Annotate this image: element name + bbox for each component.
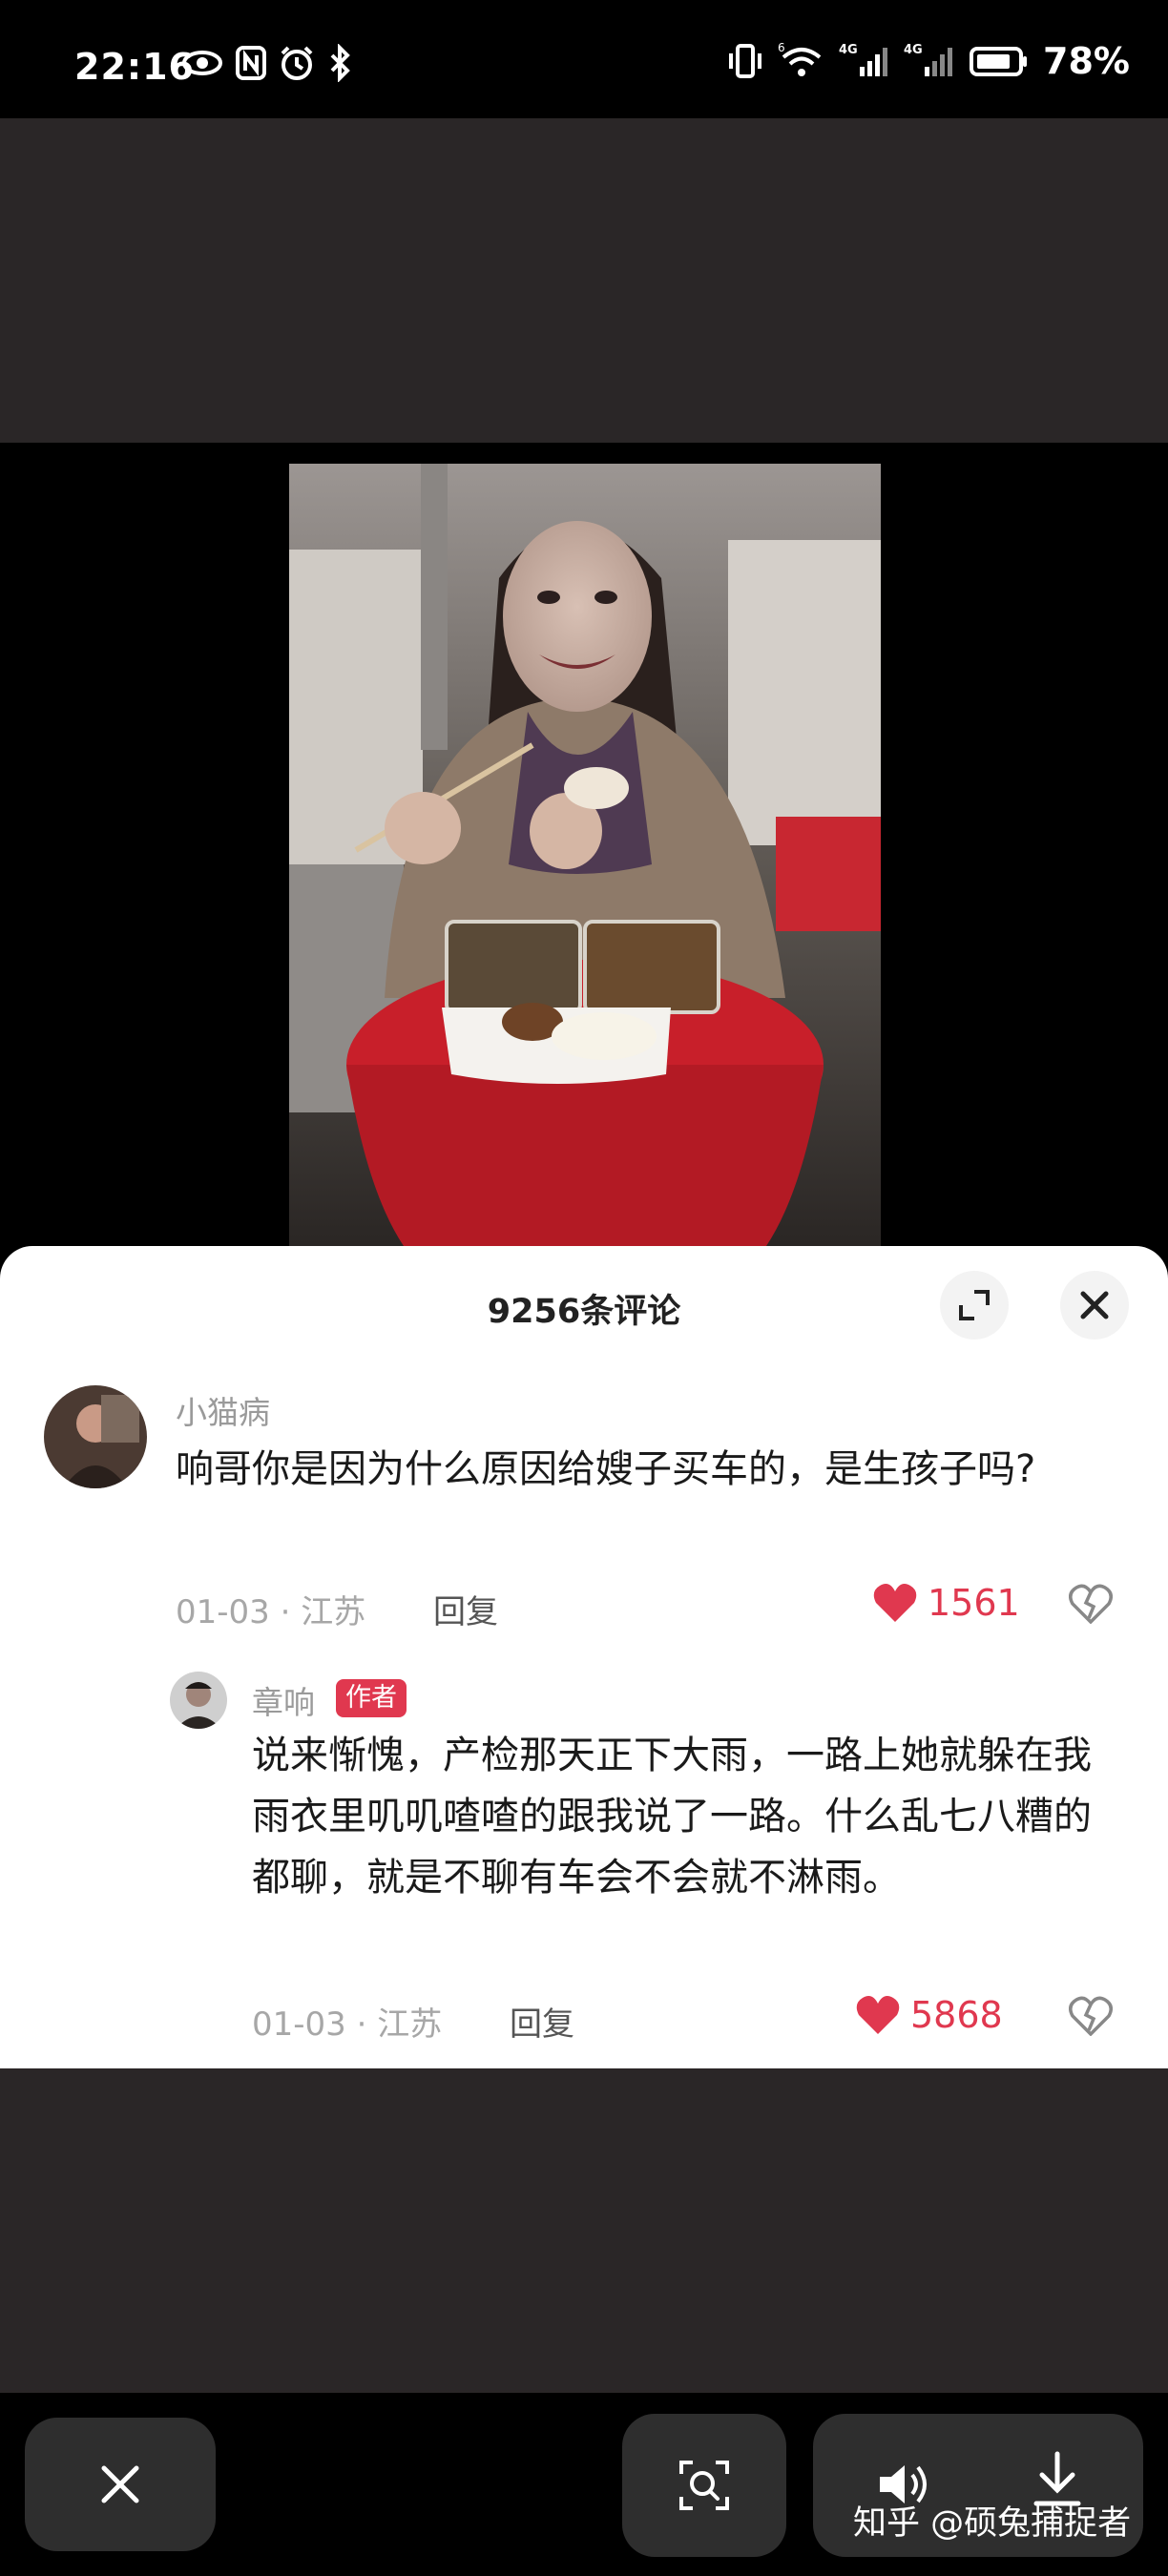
like-button[interactable]: 5868 xyxy=(855,1994,1003,2036)
post-photo[interactable] xyxy=(289,464,881,1246)
close-viewer-button[interactable] xyxy=(25,2418,216,2551)
reply-button[interactable]: 回复 xyxy=(510,1998,574,2045)
video-bottom-area[interactable] xyxy=(0,2068,1168,2393)
image-search-button[interactable] xyxy=(622,2414,786,2557)
like-button[interactable]: 1561 xyxy=(872,1582,1020,1624)
heart-icon xyxy=(855,1994,901,2036)
heart-icon xyxy=(872,1582,918,1624)
comment-sheet: 9256条评论 小猫病 响哥你是因为什么原因给嫂子买车的，是生孩子吗? 01-0… xyxy=(0,1246,1168,2068)
reply-username[interactable]: 章响 xyxy=(252,1677,315,1723)
alarm-icon xyxy=(279,44,315,82)
reply-date: 01-03 xyxy=(252,2005,346,2044)
signal-4g-icon: 4G xyxy=(839,42,890,80)
expand-icon xyxy=(955,1286,993,1324)
status-left-icons xyxy=(181,44,355,82)
reply-location: 江苏 xyxy=(377,2005,443,2044)
comment-text[interactable]: 响哥你是因为什么原因给嫂子买车的，是生孩子吗? xyxy=(176,1439,1092,1500)
reply-text[interactable]: 说来惭愧，产检那天正下大雨，一路上她就躲在我雨衣里叽叽喳喳的跟我说了一路。什么乱… xyxy=(252,1725,1111,1908)
wifi-6-icon: 6 xyxy=(778,42,825,80)
avatar[interactable] xyxy=(44,1385,147,1488)
bluetooth-icon xyxy=(326,44,355,82)
reply-button[interactable]: 回复 xyxy=(433,1586,498,1632)
svg-text:4G: 4G xyxy=(904,43,923,57)
svg-text:4G: 4G xyxy=(839,43,858,57)
expand-button[interactable] xyxy=(940,1271,1009,1340)
battery-icon xyxy=(969,42,1030,80)
status-time: 22:16 xyxy=(74,46,195,88)
vibrate-icon xyxy=(726,42,764,80)
close-comments-button[interactable] xyxy=(1060,1271,1129,1340)
comment-location: 江苏 xyxy=(301,1593,366,1631)
comment-username[interactable]: 小猫病 xyxy=(176,1387,270,1433)
svg-text:6: 6 xyxy=(778,42,785,54)
comment-date-location: 01-03 · 江苏 xyxy=(176,1593,366,1631)
battery-percent: 78% xyxy=(1043,40,1130,82)
eye-icon xyxy=(181,44,223,82)
dislike-button[interactable] xyxy=(1069,1584,1113,1624)
screen: 22:16 6 4G 4G 78% 9256条评论 小猫病 响哥你是因为什么原因… xyxy=(0,0,1168,2576)
comment-date: 01-03 xyxy=(176,1593,270,1631)
close-icon xyxy=(96,2461,144,2508)
reply-date-location: 01-03 · 江苏 xyxy=(252,2005,443,2044)
author-badge: 作者 xyxy=(336,1679,407,1717)
status-right-icons: 6 4G 4G 78% xyxy=(726,40,1130,82)
video-top-area[interactable] xyxy=(0,118,1168,443)
broken-heart-icon xyxy=(1069,1996,1113,2036)
media-area[interactable] xyxy=(0,443,1168,1246)
image-search-icon xyxy=(676,2457,733,2514)
avatar[interactable] xyxy=(170,1672,227,1729)
watermark: 知乎 @硕兔捕捉者 xyxy=(853,2504,1132,2543)
bottom-toolbar xyxy=(0,2393,1168,2576)
like-count: 5868 xyxy=(910,1994,1003,2036)
dislike-button[interactable] xyxy=(1069,1996,1113,2036)
nfc-icon xyxy=(235,44,267,82)
broken-heart-icon xyxy=(1069,1584,1113,1624)
signal-4g-icon: 4G xyxy=(904,42,955,80)
status-bar: 22:16 6 4G 4G 78% xyxy=(0,0,1168,118)
close-icon xyxy=(1075,1286,1114,1324)
like-count: 1561 xyxy=(928,1582,1020,1624)
